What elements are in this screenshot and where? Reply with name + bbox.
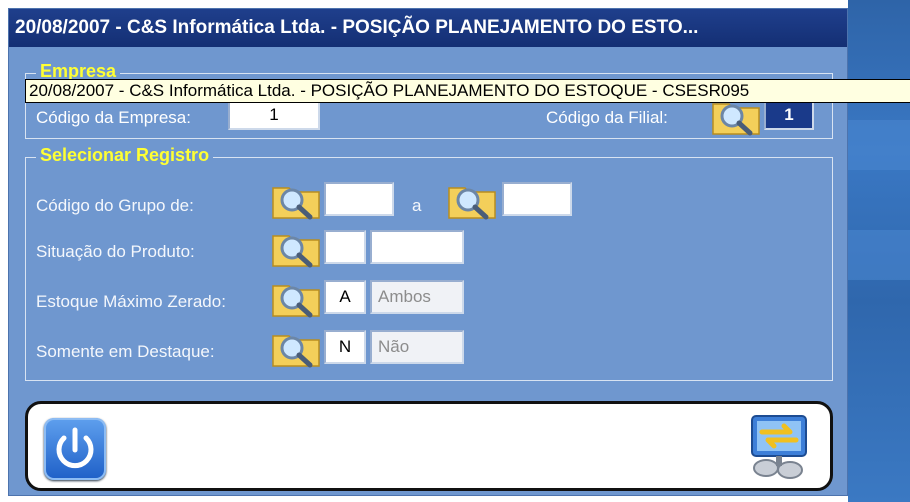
codigo-empresa-label: Código da Empresa: — [36, 108, 191, 127]
codigo-empresa-field[interactable]: 1 — [228, 100, 320, 130]
codigo-filial-label: Código da Filial: — [546, 108, 668, 127]
estoque-label: Estoque Máximo Zerado: — [36, 292, 226, 311]
situacao-desc-field[interactable] — [370, 230, 464, 264]
situacao-lookup-icon[interactable] — [270, 228, 322, 268]
grupo-label: Código do Grupo de: — [36, 196, 194, 215]
report-window: 20/08/2007 - C&S Informática Ltda. - POS… — [8, 8, 910, 496]
title-tooltip: 20/08/2007 - C&S Informática Ltda. - POS… — [25, 79, 910, 103]
destaque-label: Somente em Destaque: — [36, 342, 215, 361]
destaque-code-field[interactable]: N — [324, 330, 366, 364]
grupo-separator: a — [412, 196, 422, 215]
footer-toolbar — [25, 401, 833, 491]
desktop-band — [848, 230, 910, 280]
estoque-code-field[interactable]: A — [324, 280, 366, 314]
desktop-background — [848, 0, 910, 502]
destaque-lookup-icon[interactable] — [270, 328, 322, 368]
switch-arrows-icon[interactable] — [746, 412, 812, 482]
window-title[interactable]: 20/08/2007 - C&S Informática Ltda. - POS… — [9, 9, 847, 47]
situacao-label: Situação do Produto: — [36, 242, 195, 261]
selecionar-legend: Selecionar Registro — [36, 145, 214, 166]
desktop-band — [848, 120, 910, 170]
destaque-desc-field: Não — [370, 330, 464, 364]
selecionar-registro-group: Selecionar Registro Código do Grupo de: … — [25, 145, 833, 381]
grupo-to-field[interactable] — [502, 182, 572, 216]
situacao-code-field[interactable] — [324, 230, 366, 264]
exit-button[interactable] — [44, 418, 106, 480]
codigo-filial-field[interactable]: 1 — [764, 100, 814, 130]
grupo-from-field[interactable] — [324, 182, 394, 216]
estoque-lookup-icon[interactable] — [270, 278, 322, 318]
power-icon — [56, 427, 94, 469]
grupo-from-lookup-icon[interactable] — [270, 180, 322, 220]
grupo-to-lookup-icon[interactable] — [446, 180, 498, 220]
estoque-desc-field: Ambos — [370, 280, 464, 314]
